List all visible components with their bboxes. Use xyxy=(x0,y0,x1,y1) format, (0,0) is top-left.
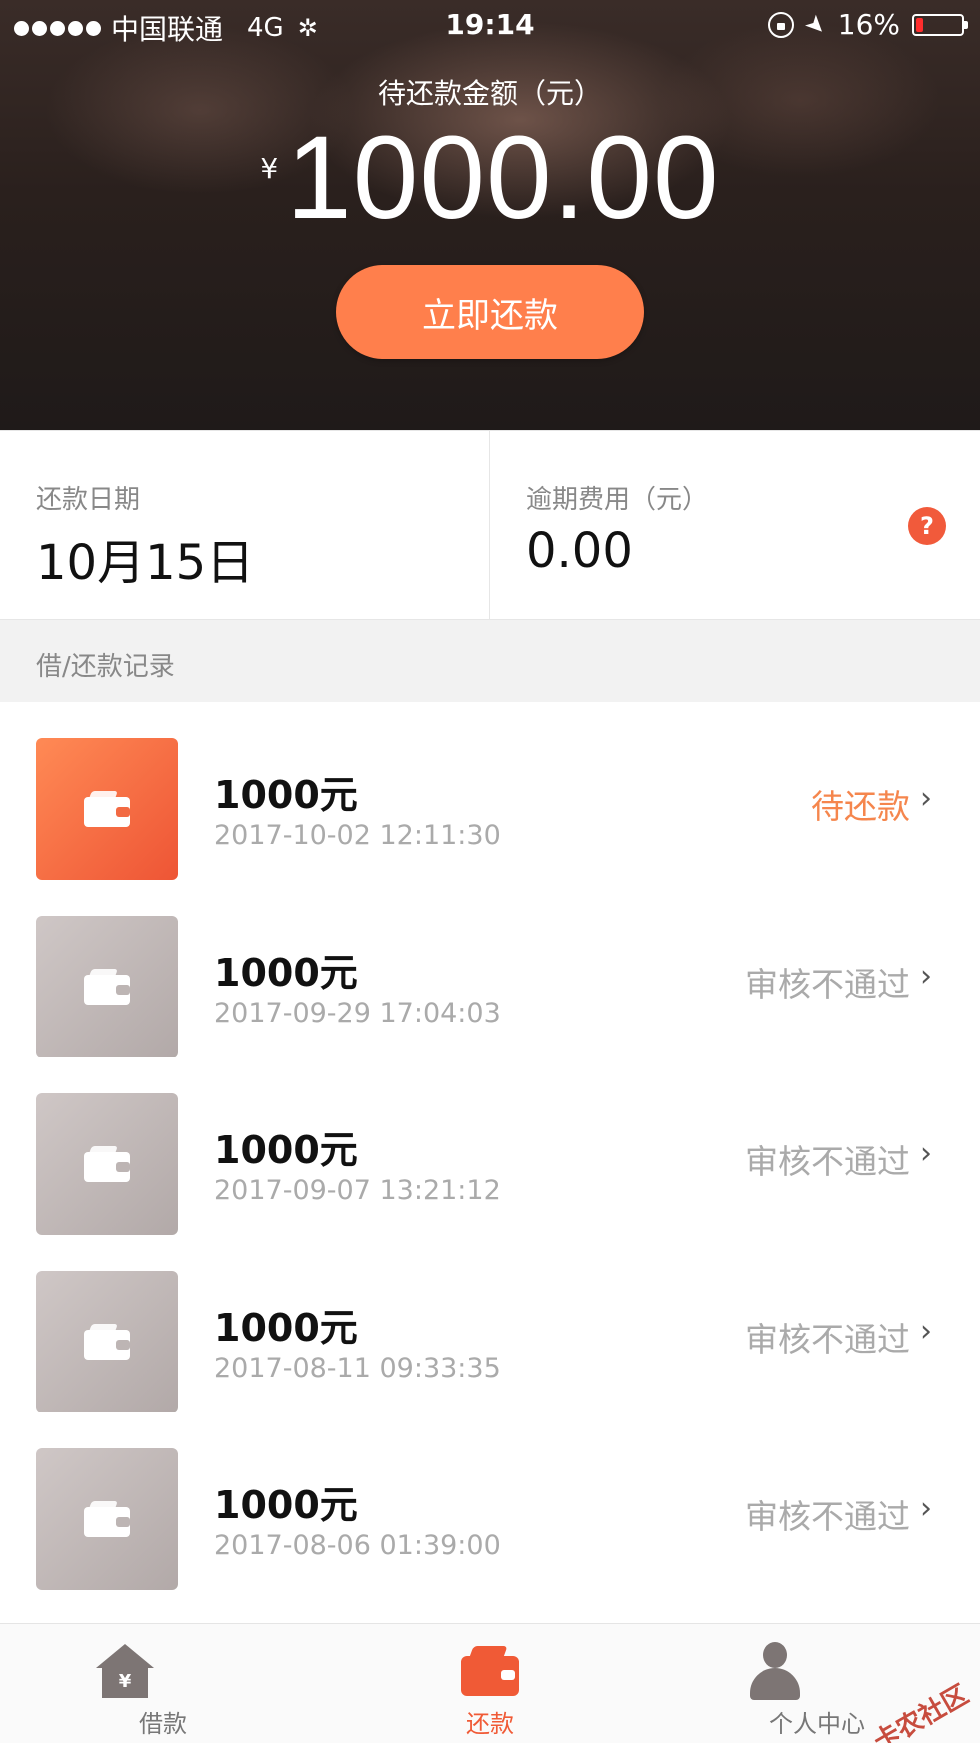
battery-percentage: 16% xyxy=(837,8,900,41)
record-row[interactable]: 1000元 2017-09-07 13:21:12 审核不通过 › xyxy=(0,1057,980,1235)
record-status: 审核不通过 xyxy=(745,1319,910,1359)
record-amount: 1000元 xyxy=(214,950,358,995)
location-arrow-icon: ➤ xyxy=(798,7,833,42)
status-bar: 中国联通 4G ✲ 19:14 ➤ 16% xyxy=(0,0,980,48)
tab-repay[interactable]: 还款 xyxy=(327,1624,653,1743)
wallet-icon xyxy=(84,968,130,1005)
record-status: 审核不通过 xyxy=(745,1142,910,1181)
record-row[interactable]: 1000元 2017-08-06 01:39:00 审核不通过 › xyxy=(0,1412,980,1590)
due-date-value: 10月15日 xyxy=(36,535,255,591)
wallet-icon xyxy=(84,1323,130,1360)
home-icon: ¥ xyxy=(96,1644,154,1700)
rotation-lock-icon xyxy=(767,11,794,38)
overdue-fee-value: 0.00 xyxy=(526,523,633,579)
record-row[interactable]: 1000元 2017-09-29 17:04:03 审核不通过 › xyxy=(0,879,980,1058)
wallet-icon xyxy=(461,1646,519,1696)
currency-symbol: ¥ xyxy=(260,152,279,185)
battery-fill xyxy=(916,17,923,32)
record-thumbnail xyxy=(36,1270,178,1413)
person-icon xyxy=(750,1642,800,1700)
record-status: 审核不通过 xyxy=(745,1497,910,1536)
overdue-fee-card: 逾期费用（元） 0.00 ? xyxy=(490,431,980,621)
wallet-icon xyxy=(84,1501,130,1537)
record-date: 2017-10-02 12:11:30 xyxy=(214,820,501,851)
record-amount: 1000元 xyxy=(214,773,358,817)
pending-amount-label: 待还款金额（元） xyxy=(377,77,602,110)
record-thumbnail xyxy=(36,1448,178,1590)
tab-loan[interactable]: ¥ 借款 xyxy=(0,1624,326,1743)
chevron-right-icon: › xyxy=(920,1491,932,1526)
status-right: ➤ 16% xyxy=(767,7,968,42)
record-row[interactable]: 1000元 2017-10-02 12:11:30 待还款 › xyxy=(0,702,980,880)
record-status: 待还款 xyxy=(811,787,910,826)
pending-amount: ¥1000.00 xyxy=(0,110,980,246)
record-amount: 1000元 xyxy=(214,1128,358,1172)
records-section-title: 借/还款记录 xyxy=(36,652,175,682)
records-list: 1000元 2017-10-02 12:11:30 待还款 › 1000元 20… xyxy=(0,702,980,1590)
record-status: 审核不通过 xyxy=(745,964,910,1004)
records-section-header: 借/还款记录 xyxy=(0,620,980,702)
wallet-icon xyxy=(84,791,130,827)
due-date-label: 还款日期 xyxy=(36,485,141,515)
tab-repay-label: 还款 xyxy=(466,1710,514,1738)
record-date: 2017-08-06 01:39:00 xyxy=(214,1530,501,1561)
repay-now-button[interactable]: 立即还款 xyxy=(336,265,644,359)
home-icon-glyph: ¥ xyxy=(102,1666,148,1698)
record-amount: 1000元 xyxy=(214,1483,358,1527)
record-date: 2017-08-11 09:33:35 xyxy=(214,1352,501,1384)
record-amount: 1000元 xyxy=(214,1305,358,1350)
record-thumbnail xyxy=(36,1093,178,1235)
record-row[interactable]: 1000元 2017-08-11 09:33:35 审核不通过 › xyxy=(0,1234,980,1413)
tab-bar: ¥ 借款 还款 个人中心 xyxy=(0,1623,980,1743)
record-thumbnail xyxy=(36,915,178,1058)
chevron-right-icon: › xyxy=(920,1136,932,1171)
record-date: 2017-09-29 17:04:03 xyxy=(214,997,501,1029)
repayment-info: 还款日期 10月15日 逾期费用（元） 0.00 ? xyxy=(0,430,980,621)
overdue-fee-label: 逾期费用（元） xyxy=(526,485,709,515)
battery-icon xyxy=(912,13,968,36)
chevron-right-icon: › xyxy=(920,958,932,994)
pending-amount-value: 1000.00 xyxy=(286,112,720,244)
tab-loan-label: 借款 xyxy=(139,1710,187,1738)
due-date-card: 还款日期 10月15日 xyxy=(0,431,490,621)
record-thumbnail xyxy=(36,738,178,880)
wallet-icon xyxy=(84,1146,130,1182)
help-icon[interactable]: ? xyxy=(908,507,946,545)
record-date: 2017-09-07 13:21:12 xyxy=(214,1175,501,1206)
chevron-right-icon: › xyxy=(920,781,932,816)
chevron-right-icon: › xyxy=(920,1313,932,1349)
repayment-hero: 中国联通 4G ✲ 19:14 ➤ 16% 待还款金额（元） ¥1000.00 … xyxy=(0,0,980,430)
